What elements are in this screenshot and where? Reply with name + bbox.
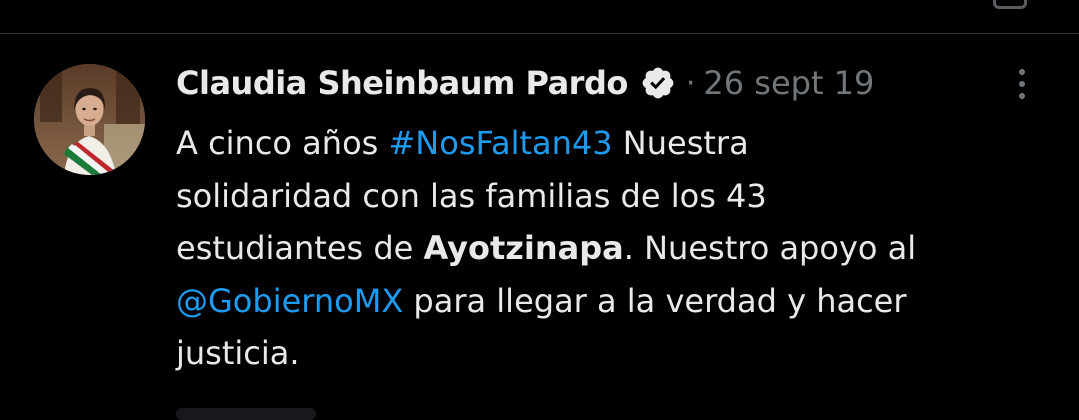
verified-badge-icon[interactable] — [640, 65, 676, 101]
tweet-header: Claudia Sheinbaum Pardo · 26 sept 19 — [176, 58, 874, 108]
tweet-text: A cinco años #NosFaltan43 Nuestra solida… — [176, 117, 1061, 380]
more-dot — [1019, 93, 1025, 99]
tweet-line-5: justicia. — [176, 327, 1061, 380]
bold-text: Ayotzinapa — [423, 229, 624, 267]
separator-dot: · — [685, 65, 696, 101]
tweet-line-2: solidaridad con las familias de los 43 — [176, 170, 1061, 223]
top-divider — [0, 33, 1079, 34]
author-name[interactable]: Claudia Sheinbaum Pardo — [176, 64, 628, 102]
partial-next-element — [176, 408, 316, 420]
text-segment: estudiantes de — [176, 229, 424, 267]
tweet-line-3: estudiantes de Ayotzinapa. Nuestro apoyo… — [176, 222, 1061, 275]
text-segment: . Nuestro apoyo al — [623, 229, 917, 267]
more-dot — [1019, 69, 1025, 75]
more-options-icon[interactable] — [1007, 64, 1037, 104]
hashtag-link[interactable]: #NosFaltan43 — [388, 124, 612, 162]
text-segment: A cinco años — [176, 124, 389, 162]
tweet-line-1: A cinco años #NosFaltan43 Nuestra — [176, 117, 1061, 170]
text-segment: Nuestra — [612, 124, 749, 162]
avatar[interactable] — [34, 64, 145, 175]
more-dot — [1019, 81, 1025, 87]
tweet-line-4: @GobiernoMX para llegar a la verdad y ha… — [176, 275, 1061, 328]
text-segment: para llegar a la verdad y hacer — [403, 281, 907, 320]
avatar-image — [34, 64, 145, 175]
text-segment: justicia. — [176, 334, 300, 372]
timestamp[interactable]: 26 sept 19 — [703, 64, 874, 102]
partial-action-icon[interactable] — [993, 0, 1027, 9]
mention-link[interactable]: @GobiernoMX — [176, 282, 403, 320]
text-segment: solidaridad con las familias de los 43 — [176, 176, 767, 215]
